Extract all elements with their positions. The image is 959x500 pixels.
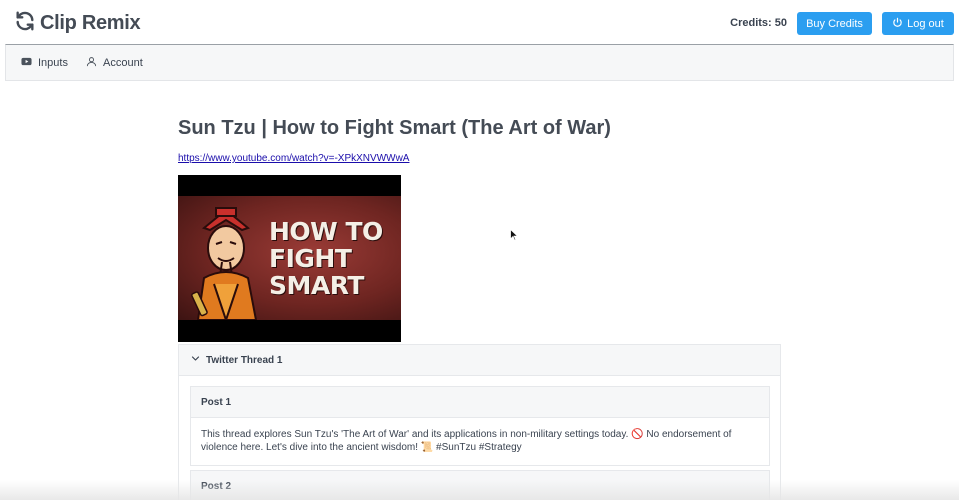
sun-tzu-figure-icon bbox=[191, 207, 258, 320]
mouse-cursor-icon bbox=[510, 229, 518, 241]
app-logo[interactable]: Clip Remix bbox=[14, 10, 141, 37]
chevron-down-icon bbox=[191, 354, 200, 366]
tab-account-label: Account bbox=[103, 57, 143, 69]
tab-inputs-label: Inputs bbox=[38, 57, 68, 69]
top-bar: Clip Remix Credits: 50 Buy Credits Log o… bbox=[0, 0, 959, 44]
thumbnail-line: FIGHT bbox=[269, 244, 352, 273]
video-thumbnail[interactable]: HOW TO FIGHT SMART bbox=[178, 175, 401, 342]
thread-header[interactable]: Twitter Thread 1 bbox=[179, 345, 780, 376]
thumbnail-line: SMART bbox=[269, 271, 364, 300]
nav-tabs: Inputs Account bbox=[5, 44, 954, 81]
app-name: Clip Remix bbox=[40, 12, 141, 34]
twitter-thread-accordion: Twitter Thread 1 Post 1 This thread expl… bbox=[178, 344, 781, 500]
user-icon bbox=[86, 56, 97, 70]
post-title: Post 2 bbox=[201, 480, 232, 492]
post-card: Post 1 This thread explores Sun Tzu's 'T… bbox=[190, 386, 770, 466]
video-icon bbox=[21, 56, 32, 70]
post-header[interactable]: Post 2 bbox=[191, 471, 769, 500]
logout-label: Log out bbox=[907, 17, 944, 30]
post-title: Post 1 bbox=[201, 396, 232, 408]
buy-credits-label: Buy Credits bbox=[806, 17, 863, 30]
video-title: Sun Tzu | How to Fight Smart (The Art of… bbox=[178, 117, 611, 139]
tab-account[interactable]: Account bbox=[86, 56, 143, 70]
post-text: This thread explores Sun Tzu's 'The Art … bbox=[201, 429, 732, 453]
video-url-link[interactable]: https://www.youtube.com/watch?v=-XPkXNVW… bbox=[178, 153, 409, 164]
thumbnail-line: HOW TO bbox=[269, 217, 383, 246]
credits-count: Credits: 50 bbox=[730, 17, 787, 29]
thumbnail-text: HOW TO FIGHT SMART bbox=[269, 218, 383, 299]
thumbnail-artwork: HOW TO FIGHT SMART bbox=[178, 196, 401, 320]
refresh-icon bbox=[14, 10, 36, 37]
post-card: Post 2 bbox=[190, 470, 770, 500]
thread-title: Twitter Thread 1 bbox=[206, 354, 283, 366]
post-header[interactable]: Post 1 bbox=[191, 387, 769, 418]
logout-button[interactable]: Log out bbox=[882, 12, 954, 35]
buy-credits-button[interactable]: Buy Credits bbox=[797, 12, 872, 35]
tab-inputs[interactable]: Inputs bbox=[21, 56, 68, 70]
power-icon bbox=[892, 17, 903, 31]
